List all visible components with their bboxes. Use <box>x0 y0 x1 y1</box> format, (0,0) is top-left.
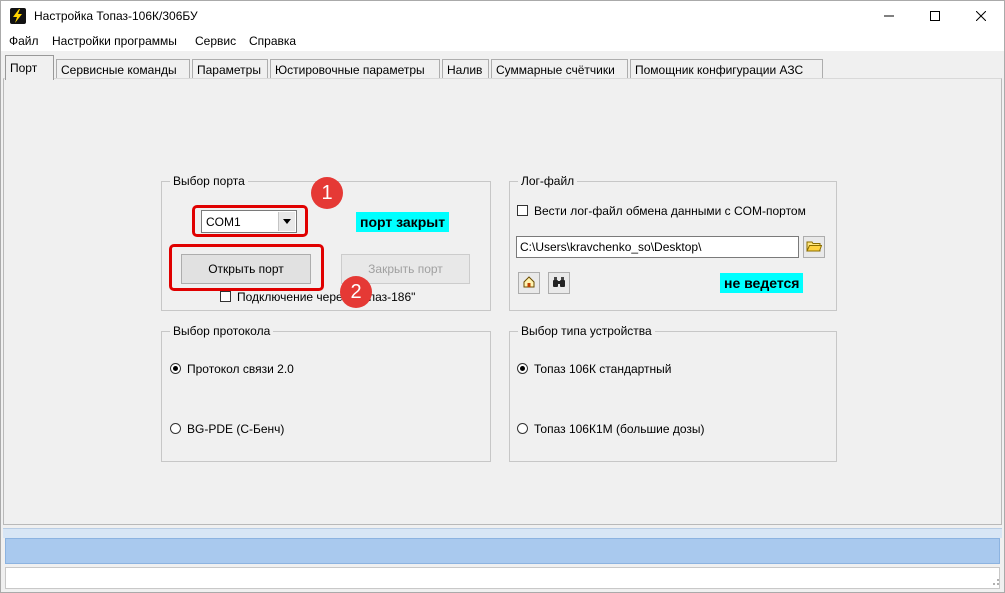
close-icon <box>975 10 987 24</box>
port-tab-panel <box>3 78 1002 525</box>
protocol-option-radio-1[interactable] <box>170 363 181 374</box>
protocol-option-label-1: Протокол связи 2.0 <box>187 362 294 376</box>
log-checkbox[interactable] <box>517 205 528 216</box>
window-title: Настройка Топаз-106К/306БУ <box>34 9 198 23</box>
tab-station-config-wizard[interactable]: Помощник конфигурации АЗС <box>630 59 823 79</box>
folder-icon <box>806 239 823 256</box>
bottom-separator <box>3 528 1002 538</box>
annotation-step-1: 1 <box>311 177 343 209</box>
protocol-option-label-2: BG-PDE (С-Бенч) <box>187 422 285 436</box>
browse-folder-button[interactable] <box>803 236 825 258</box>
log-status-badge: не ведется <box>720 273 804 293</box>
close-window-button[interactable] <box>958 1 1004 32</box>
topaz186-checkbox[interactable] <box>220 291 231 302</box>
tab-total-counters[interactable]: Суммарные счётчики <box>491 59 628 79</box>
tab-adjustment-parameters[interactable]: Юстировочные параметры <box>270 59 440 79</box>
menu-service[interactable]: Сервис <box>195 34 236 48</box>
tab-service-commands[interactable]: Сервисные команды <box>56 59 190 79</box>
lightning-app-icon <box>10 8 26 24</box>
resize-grip-icon[interactable] <box>990 575 1000 585</box>
device-option-radio-2[interactable] <box>517 423 528 434</box>
menu-bar: Файл Настройки программы Сервис Справка <box>1 32 1004 51</box>
binoculars-icon <box>552 275 566 292</box>
tab-parameters[interactable]: Параметры <box>192 59 268 79</box>
status-bar <box>5 567 1000 589</box>
menu-program-settings[interactable]: Настройки программы <box>52 34 177 48</box>
device-option-label-1: Топаз 106К стандартный <box>534 362 672 376</box>
view-log-button[interactable] <box>548 272 570 294</box>
device-option-radio-1[interactable] <box>517 363 528 374</box>
maximize-icon <box>930 10 940 24</box>
menu-help[interactable]: Справка <box>249 34 296 48</box>
annotation-step-2: 2 <box>340 276 372 308</box>
protocol-group-title: Выбор протокола <box>170 324 274 338</box>
menu-file[interactable]: Файл <box>9 34 39 48</box>
minimize-icon <box>884 10 894 24</box>
log-checkbox-label: Вести лог-файл обмена данными с COM-порт… <box>534 204 806 218</box>
protocol-group: Выбор протокола <box>161 324 491 462</box>
tab-filling[interactable]: Налив <box>442 59 489 79</box>
annotation-highlight-open-button <box>169 244 324 291</box>
tab-strip: Порт Сервисные команды Параметры Юстиров… <box>1 51 1004 80</box>
log-group-title: Лог-файл <box>518 174 578 188</box>
port-group-title: Выбор порта <box>170 174 248 188</box>
topaz186-label: Подключение через "Топаз-186" <box>237 290 416 304</box>
device-type-group: Выбор типа устройства <box>509 324 837 462</box>
home-icon <box>522 275 536 292</box>
device-type-group-title: Выбор типа устройства <box>518 324 655 338</box>
annotation-highlight-port-select <box>192 205 308 237</box>
home-folder-button[interactable] <box>518 272 540 294</box>
port-status-badge: порт закрыт <box>356 212 450 232</box>
progress-bar <box>5 538 1000 564</box>
minimize-button[interactable] <box>866 1 912 32</box>
title-bar: Настройка Топаз-106К/306БУ <box>1 1 1004 32</box>
tab-port[interactable]: Порт <box>5 55 54 80</box>
protocol-option-radio-2[interactable] <box>170 423 181 434</box>
log-path-field[interactable]: C:\Users\kravchenko_so\Desktop\ <box>516 236 799 258</box>
device-option-label-2: Топаз 106К1М (большие дозы) <box>534 422 705 436</box>
app-window: Настройка Топаз-106К/306БУ Файл Настройк… <box>0 0 1005 593</box>
maximize-button[interactable] <box>912 1 958 32</box>
